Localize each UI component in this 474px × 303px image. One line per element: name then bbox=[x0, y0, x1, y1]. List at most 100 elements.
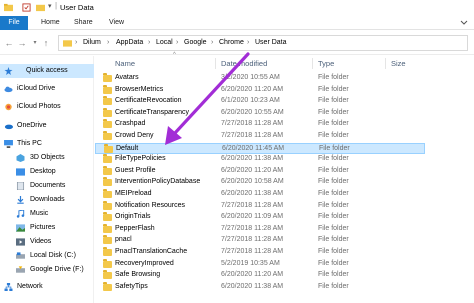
file-date-modified: 3/2/2020 10:55 AM bbox=[221, 74, 280, 81]
table-row[interactable]: Safe Browsing 6/20/2020 11:20 AM File fold… bbox=[95, 270, 425, 281]
table-row[interactable]: CertificateTransparency 6/20/2020 10:55 A… bbox=[95, 107, 425, 119]
breadcrumb-local[interactable]: Local bbox=[156, 39, 173, 46]
file-name: FileTypePolicies bbox=[115, 155, 166, 163]
table-row[interactable]: Crowd Deny 7/27/2018 11:28 AM File folder bbox=[95, 131, 425, 142]
folder-icon bbox=[103, 154, 112, 164]
tab-home[interactable]: Home bbox=[41, 17, 60, 29]
sidebar-item-label: Quick access bbox=[26, 67, 68, 74]
table-row[interactable]: CertificateRevocation 6/1/2020 10:23 AM Fi… bbox=[95, 96, 425, 107]
table-row[interactable]: MEIPreload 6/20/2020 11:38 AM File folder bbox=[95, 189, 425, 200]
breadcrumb-separator: › bbox=[247, 39, 250, 46]
sidebar-item-icloud-drive[interactable]: iCloud Drive bbox=[0, 82, 94, 96]
table-row[interactable]: pnacl 7/27/2018 11:28 AM File folder bbox=[95, 235, 425, 246]
tab-view[interactable]: View bbox=[109, 17, 124, 29]
table-row[interactable]: Crashpad 7/27/2018 11:28 AM File folder bbox=[95, 119, 425, 130]
table-row[interactable]: Guest Profile 6/20/2020 11:20 AM File fold… bbox=[95, 165, 425, 177]
file-date-modified: 7/27/2018 11:28 AM bbox=[221, 120, 284, 128]
file-list: ^ Name Date modified Type Size Avatars 3/… bbox=[95, 52, 474, 303]
file-type: File folder bbox=[318, 213, 349, 221]
folder-icon bbox=[103, 212, 112, 222]
sidebar-item-videos[interactable]: Videos bbox=[0, 235, 94, 249]
folder-icon bbox=[103, 189, 112, 198]
sidebar-item-desktop[interactable]: Desktop bbox=[0, 165, 94, 179]
table-row[interactable]: PepperFlash 7/27/2018 11:28 AM File folder bbox=[95, 223, 425, 235]
file-name: SafetyTips bbox=[115, 282, 148, 290]
sidebar-item-icloud-photos[interactable]: iCloud Photos bbox=[0, 100, 94, 114]
column-header-name[interactable]: Name bbox=[115, 59, 135, 68]
column-header-date-modified[interactable]: Date modified bbox=[221, 59, 267, 68]
table-row[interactable]: FileTypePolicies 6/20/2020 11:38 AM File f… bbox=[95, 154, 425, 165]
file-date-modified: 5/2/2019 10:35 AM bbox=[221, 259, 280, 267]
breadcrumb-dilum[interactable]: Dilum bbox=[83, 39, 101, 46]
documents-icon bbox=[16, 182, 25, 190]
recent-locations-icon[interactable]: ▾ bbox=[30, 38, 40, 48]
sidebar-item-onedrive[interactable]: OneDrive bbox=[0, 119, 94, 133]
ribbon-tabs: File Home Share View bbox=[0, 15, 474, 30]
sidebar-item-quick-access[interactable]: Quick access bbox=[0, 64, 94, 78]
table-row[interactable]: RecoveryImproved 5/2/2019 10:35 AM File fo… bbox=[95, 258, 425, 270]
sidebar-item-this-pc[interactable]: This PC bbox=[0, 137, 94, 151]
tab-file[interactable]: File bbox=[0, 16, 28, 30]
sidebar-item-downloads[interactable]: Downloads bbox=[0, 193, 94, 207]
sidebar-item-3d-objects[interactable]: 3D Objects bbox=[0, 151, 94, 165]
tab-share[interactable]: Share bbox=[74, 17, 93, 29]
folder-icon bbox=[103, 84, 112, 94]
breadcrumb-appdata[interactable]: AppData bbox=[116, 39, 143, 46]
folder-icon bbox=[103, 165, 112, 175]
quick-access-dropdown-icon[interactable]: ▾ bbox=[48, 2, 52, 10]
file-date-modified: 6/20/2020 11:38 AM bbox=[221, 190, 284, 197]
new-folder-icon[interactable] bbox=[36, 3, 45, 12]
properties-icon[interactable] bbox=[22, 3, 31, 12]
breadcrumb-chrome[interactable]: Chrome bbox=[219, 39, 244, 46]
table-row[interactable]: SafetyTips 6/20/2020 11:38 AM File folder bbox=[95, 281, 425, 293]
table-row[interactable]: BrowserMetrics 6/20/2020 11:20 AM File fol… bbox=[95, 84, 425, 96]
file-type: File folder bbox=[318, 108, 349, 116]
sidebar-item-music[interactable]: Music bbox=[0, 207, 94, 221]
file-name: InterventionPolicyDatabase bbox=[115, 178, 201, 186]
table-row[interactable]: InterventionPolicyDatabase 6/20/2020 10:5… bbox=[95, 177, 425, 188]
title-bar: ▾ | User Data bbox=[0, 0, 474, 15]
file-name: Crowd Deny bbox=[115, 132, 154, 139]
folder-app-icon bbox=[4, 3, 13, 12]
breadcrumb-separator: › bbox=[176, 39, 179, 46]
file-name: Notification Resources bbox=[115, 201, 186, 209]
folder-icon bbox=[103, 107, 112, 117]
sidebar-item-label: This PC bbox=[17, 140, 42, 147]
navigation-pane: Quick access iCloud Drive iCloud Photos … bbox=[0, 56, 94, 303]
drive-icon bbox=[16, 252, 25, 259]
file-type: File folder bbox=[318, 74, 349, 81]
file-date-modified: 6/20/2020 10:55 AM bbox=[221, 108, 284, 116]
sidebar-item-pictures[interactable]: Pictures bbox=[0, 221, 94, 235]
sidebar-item-local-disk[interactable]: Local Disk (C:) bbox=[0, 249, 94, 263]
address-bar[interactable]: › Dilum › AppData › Local › Google › Chr… bbox=[58, 35, 468, 51]
file-name: BrowserMetrics bbox=[115, 85, 164, 93]
column-divider[interactable] bbox=[312, 58, 313, 69]
sidebar-item-network[interactable]: Network bbox=[0, 280, 94, 294]
sidebar-item-label: Music bbox=[30, 210, 49, 217]
table-row[interactable]: PnaclTranslationCache 7/27/2018 11:28 AM F… bbox=[95, 247, 425, 258]
file-date-modified: 7/27/2018 11:28 AM bbox=[221, 201, 284, 209]
column-divider[interactable] bbox=[385, 58, 386, 69]
sidebar-item-label: Pictures bbox=[30, 224, 56, 231]
up-arrow-icon[interactable]: ↑ bbox=[41, 38, 51, 48]
expand-ribbon-icon[interactable] bbox=[460, 18, 468, 26]
breadcrumb-user-data[interactable]: User Data bbox=[255, 39, 287, 46]
table-row[interactable]: Avatars 3/2/2020 10:55 AM File folder bbox=[95, 73, 425, 84]
breadcrumb-google[interactable]: Google bbox=[184, 39, 207, 46]
column-header-size[interactable]: Size bbox=[391, 59, 406, 68]
forward-arrow-icon[interactable]: → bbox=[17, 38, 27, 48]
file-date-modified: 7/27/2018 11:28 AM bbox=[221, 132, 284, 139]
table-row[interactable]: Default 6/20/2020 11:45 AM File folder bbox=[95, 142, 425, 154]
column-divider[interactable] bbox=[215, 58, 216, 69]
file-type: File folder bbox=[318, 271, 349, 279]
back-arrow-icon[interactable]: ← bbox=[4, 38, 14, 48]
table-row[interactable]: OriginTrials 6/20/2020 11:09 AM File folde… bbox=[95, 212, 425, 223]
navigation-bar: ← → ▾ ↑ › Dilum › AppData › Local › Goog… bbox=[0, 31, 474, 55]
folder-icon bbox=[103, 200, 112, 210]
file-date-modified: 6/20/2020 11:20 AM bbox=[221, 271, 284, 279]
folder-icon bbox=[103, 258, 112, 268]
sidebar-item-google-drive[interactable]: Google Drive (F:) bbox=[0, 263, 94, 277]
sidebar-item-documents[interactable]: Documents bbox=[0, 179, 94, 193]
column-header-type[interactable]: Type bbox=[318, 59, 334, 68]
table-row[interactable]: Notification Resources 7/27/2018 11:28 AM… bbox=[95, 200, 425, 212]
